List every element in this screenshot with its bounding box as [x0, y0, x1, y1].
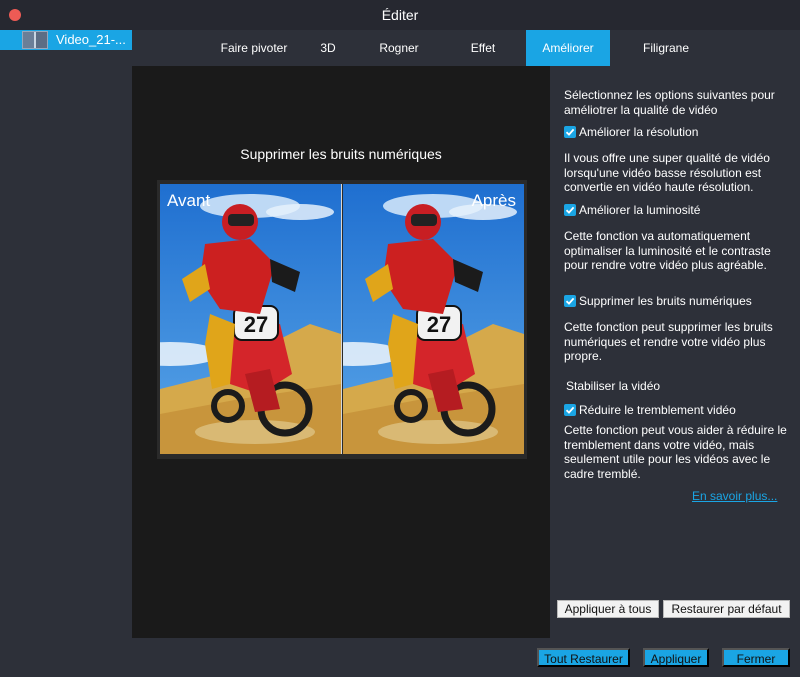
checkbox-checked-icon[interactable] — [564, 404, 576, 416]
before-after-comparison: 27 Avant 27 Après — [157, 180, 527, 459]
title-bar: Éditer — [0, 0, 800, 30]
after-pane: 27 Après — [343, 184, 524, 454]
preview-title: Supprimer les bruits numériques — [240, 146, 442, 162]
before-image: 27 — [160, 184, 341, 454]
after-image: 27 — [343, 184, 524, 454]
enhance-options-panel: Sélectionnez les options suivantes pour … — [550, 66, 800, 638]
before-pane: 27 Avant — [160, 184, 341, 454]
preview-area: Supprimer les bruits numériques 27 Avant… — [132, 66, 550, 638]
apply-to-all-button[interactable]: Appliquer à tous — [557, 600, 659, 618]
tab-enhance[interactable]: Améliorer — [526, 30, 610, 66]
tab-effect[interactable]: Effet — [458, 30, 508, 66]
restore-default-button[interactable]: Restaurer par défaut — [663, 600, 790, 618]
rider-number-after: 27 — [427, 312, 451, 337]
close-button[interactable]: Fermer — [722, 648, 790, 667]
option-label: Supprimer les bruits numériques — [579, 294, 752, 308]
tab-rotate[interactable]: Faire pivoter — [212, 30, 296, 66]
file-sidebar: Video_21-... — [0, 30, 132, 677]
option-label: Améliorer la luminosité — [579, 203, 701, 217]
option-description: Cette fonction peut vous aider à réduire… — [564, 423, 787, 482]
video-thumbnail-icon — [22, 31, 48, 49]
tab-3d[interactable]: 3D — [308, 30, 348, 66]
intro-text: Sélectionnez les options suivantes pour … — [564, 88, 775, 117]
tab-watermark[interactable]: Filigrane — [630, 30, 702, 66]
window-title: Éditer — [381, 7, 419, 23]
file-name: Video_21-... — [56, 32, 126, 47]
checkbox-checked-icon[interactable] — [564, 126, 576, 138]
checkbox-checked-icon[interactable] — [564, 295, 576, 307]
option-description: Cette fonction va automatiquement optima… — [564, 229, 771, 273]
option-description: Il vous offre une super qualité de vidéo… — [564, 151, 770, 195]
option-label: Améliorer la résolution — [579, 125, 699, 139]
apply-button[interactable]: Appliquer — [643, 648, 709, 667]
after-label: Après — [471, 191, 516, 210]
file-list-item[interactable]: Video_21-... — [0, 30, 132, 50]
restore-all-button[interactable]: Tout Restaurer — [537, 648, 630, 667]
checkbox-checked-icon[interactable] — [564, 204, 576, 216]
edit-tab-bar: Faire pivoter 3D Rogner Effet Améliorer … — [132, 30, 800, 66]
learn-more-link[interactable]: En savoir plus... — [692, 489, 777, 503]
comparison-divider[interactable] — [341, 184, 342, 454]
stabilize-heading: Stabiliser la vidéo — [566, 379, 661, 393]
option-label: Réduire le tremblement vidéo — [579, 403, 736, 417]
option-description: Cette fonction peut supprimer les bruits… — [564, 320, 773, 364]
before-label: Avant — [167, 191, 211, 210]
rider-number-before: 27 — [244, 312, 268, 337]
tab-crop[interactable]: Rogner — [366, 30, 432, 66]
